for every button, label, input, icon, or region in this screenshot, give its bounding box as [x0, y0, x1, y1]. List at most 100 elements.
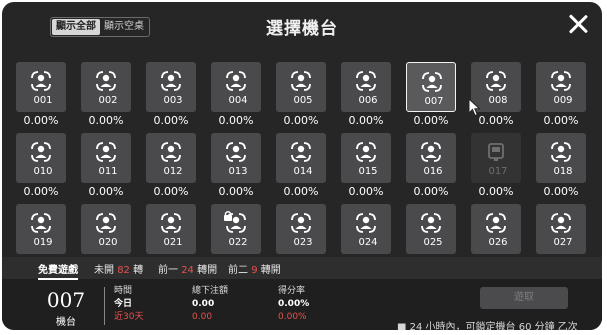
machine-number: 007	[424, 96, 444, 107]
tab-previous-two[interactable]: 前二 9 轉開	[228, 261, 281, 276]
machine-number: 006	[358, 95, 378, 106]
machine-tile[interactable]: 015	[341, 133, 391, 183]
claim-button[interactable]: 遊取	[480, 287, 568, 309]
machine-tile[interactable]: 001	[16, 62, 66, 112]
machine-percentage: 0.00%	[348, 114, 384, 127]
tab-unopened-label: 未開	[94, 265, 114, 276]
mouse-cursor-icon	[468, 98, 481, 117]
tab-previous-one[interactable]: 前一 24 轉開	[158, 261, 217, 276]
machine-tile[interactable]: 026	[471, 204, 521, 254]
machine-tile[interactable]: 012	[146, 133, 196, 183]
machine-card[interactable]: 006 0.00%	[339, 62, 395, 132]
machine-number: 023	[293, 237, 313, 248]
stats-rate-column: 得分率 0.00% 0.00%	[278, 285, 309, 324]
machine-tile[interactable]: 014	[276, 133, 326, 183]
machine-number: 009	[553, 95, 573, 106]
tab-free-game[interactable]: 免費遊戲	[38, 261, 78, 280]
machine-tile[interactable]: 004	[211, 62, 261, 112]
rate-last30: 0.00%	[278, 312, 307, 322]
machine-card[interactable]: 015 0.00%	[339, 133, 395, 203]
machine-tile[interactable]: 025	[406, 204, 456, 254]
machine-card[interactable]: 009 0.00%	[534, 62, 590, 132]
machine-tile[interactable]: 022	[211, 204, 261, 254]
machine-percentage: 0.00%	[543, 114, 579, 127]
machine-tile[interactable]: 003	[146, 62, 196, 112]
tab-unopened[interactable]: 未開 82 轉	[94, 261, 143, 276]
time-header: 時間	[114, 286, 133, 296]
tab-prev1-label: 前一	[158, 265, 178, 276]
machine-card[interactable]: 005 0.00%	[274, 62, 330, 132]
machine-percentage: 0.00%	[218, 185, 254, 198]
machine-card[interactable]: 013 0.00%	[209, 133, 265, 203]
machine-tile[interactable]: 002	[81, 62, 131, 112]
stats-time-column: 時間 今日 近30天	[114, 285, 143, 324]
machine-tile[interactable]: 023	[276, 204, 326, 254]
lock-note: ■ 24 小時內，可鎖定機台 60 分鐘 乙次	[397, 322, 578, 330]
machine-card[interactable]: 010 0.00%	[14, 133, 70, 203]
divider	[104, 287, 105, 325]
machine-card[interactable]: 001 0.00%	[14, 62, 70, 132]
machine-tile[interactable]: 010	[16, 133, 66, 183]
machine-percentage: 0.00%	[283, 114, 319, 127]
tab-unopened-count: 82	[117, 265, 130, 276]
machine-card[interactable]: 017 0.00%	[469, 133, 525, 203]
machine-tile[interactable]: 020	[81, 204, 131, 254]
machine-card[interactable]: 004 0.00%	[209, 62, 265, 132]
machine-card[interactable]: 007 0.00%	[404, 62, 460, 132]
machine-card[interactable]: 002 0.00%	[79, 62, 135, 132]
machine-card[interactable]: 018 0.00%	[534, 133, 590, 203]
machine-number: 003	[163, 95, 183, 106]
tab-prev1-count: 24	[181, 265, 194, 276]
machine-percentage: 0.00%	[413, 114, 449, 127]
tab-unopened-unit: 轉	[133, 265, 144, 276]
selected-machine-label: 機台	[56, 317, 76, 328]
machine-percentage: 0.00%	[218, 114, 254, 127]
machine-tile[interactable]: 019	[16, 204, 66, 254]
machine-number: 026	[488, 237, 508, 248]
lock-icon	[224, 210, 232, 221]
rate-today: 0.00%	[278, 299, 310, 309]
rate-header: 得分率	[278, 286, 306, 296]
machine-tile[interactable]: 016	[406, 133, 456, 183]
machine-tile[interactable]: 018	[536, 133, 586, 183]
machine-percentage: 0.00%	[88, 114, 124, 127]
machine-percentage: 0.00%	[88, 185, 124, 198]
machine-tile[interactable]: 005	[276, 62, 326, 112]
machine-percentage: 0.00%	[543, 185, 579, 198]
machine-number: 004	[228, 95, 248, 106]
machine-number: 011	[98, 166, 118, 177]
machine-percentage: 0.00%	[478, 185, 514, 198]
machine-tile[interactable]: 006	[341, 62, 391, 112]
machine-number: 015	[358, 166, 378, 177]
machine-detail-panel: 免費遊戲 未開 82 轉 前一 24 轉開 前二 9 轉開 007 機台 時間 …	[2, 257, 602, 330]
machine-tile[interactable]: 007	[406, 62, 456, 112]
machine-percentage: 0.00%	[283, 185, 319, 198]
machine-number: 024	[358, 237, 378, 248]
machine-number: 025	[423, 237, 443, 248]
machine-tile[interactable]: 009	[536, 62, 586, 112]
tab-prev2-label: 前二	[228, 265, 248, 276]
tab-prev2-unit: 轉開	[260, 265, 281, 276]
machine-number: 012	[163, 166, 183, 177]
machine-card[interactable]: 011 0.00%	[79, 133, 135, 203]
machine-tile[interactable]: 027	[536, 204, 586, 254]
machine-percentage: 0.00%	[23, 114, 59, 127]
machine-tile[interactable]: 021	[146, 204, 196, 254]
machine-number: 010	[33, 166, 53, 177]
machine-card[interactable]: 016 0.00%	[404, 133, 460, 203]
machine-number: 005	[293, 95, 313, 106]
close-icon[interactable]	[568, 14, 588, 34]
machine-card[interactable]: 008 0.00%	[469, 62, 525, 132]
machine-tile[interactable]: 024	[341, 204, 391, 254]
machine-percentage: 0.00%	[348, 185, 384, 198]
stats-tab-bar: 免費遊戲 未開 82 轉 前一 24 轉開 前二 9 轉開	[2, 257, 602, 280]
machine-number: 001	[33, 95, 53, 106]
machine-number: 022	[228, 237, 248, 248]
machine-card[interactable]: 012 0.00%	[144, 133, 200, 203]
machine-tile[interactable]: 011	[81, 133, 131, 183]
bet-last30: 0.00	[192, 312, 213, 322]
machine-tile[interactable]: 017	[471, 133, 521, 183]
machine-card[interactable]: 003 0.00%	[144, 62, 200, 132]
machine-card[interactable]: 014 0.00%	[274, 133, 330, 203]
machine-tile[interactable]: 013	[211, 133, 261, 183]
